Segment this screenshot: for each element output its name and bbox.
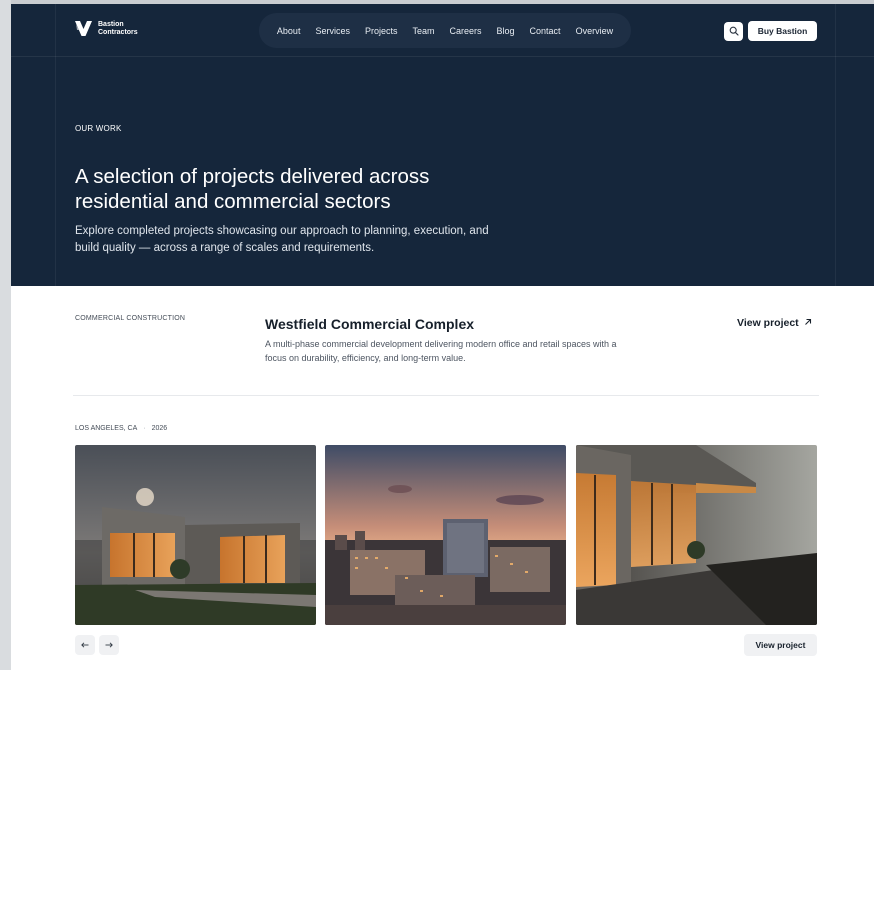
arrow-up-right-icon xyxy=(804,317,812,329)
view-project-link-label: View project xyxy=(737,317,799,329)
project-category: COMMERCIAL CONSTRUCTION xyxy=(75,315,186,322)
grid-line xyxy=(55,4,56,286)
nav-item-overview[interactable]: Overview xyxy=(568,26,621,36)
nav-item-contact[interactable]: Contact xyxy=(522,26,568,36)
meta-separator: · xyxy=(143,425,146,432)
grid-line xyxy=(835,4,836,286)
wing-logo-icon xyxy=(74,20,93,37)
header-divider xyxy=(11,56,874,57)
brand-name-line2: Contractors xyxy=(98,28,138,36)
section-divider xyxy=(73,395,819,396)
project-description: A multi-phase commercial development del… xyxy=(265,339,617,363)
nav-item-about[interactable]: About xyxy=(269,26,308,36)
main-nav: About Services Projects Team Careers Blo… xyxy=(259,13,631,48)
project-title: Westfield Commercial Complex xyxy=(265,316,475,332)
browser-viewport: Bastion Contractors About Services Proje… xyxy=(0,0,874,670)
nav-item-team[interactable]: Team xyxy=(405,26,442,36)
stone-pavilion-terrace-photo[interactable] xyxy=(576,445,817,625)
search-button[interactable] xyxy=(724,22,743,41)
brand-name-line1: Bastion xyxy=(98,20,124,28)
buy-bastion-button[interactable]: Buy Bastion xyxy=(748,21,817,41)
arrow-right-icon xyxy=(105,640,113,651)
arrow-left-icon xyxy=(81,640,89,651)
city-development-aerial-photo[interactable] xyxy=(325,445,566,625)
nav-item-services[interactable]: Services xyxy=(308,26,358,36)
window-left-edge xyxy=(0,0,11,670)
brand-logo[interactable]: Bastion Contractors xyxy=(74,20,138,37)
search-icon xyxy=(729,24,739,39)
project-year: 2026 xyxy=(151,425,168,432)
nav-item-careers[interactable]: Careers xyxy=(442,26,489,36)
page-title: A selection of projects delivered across… xyxy=(75,165,430,213)
project-meta: LOS ANGELES, CA · 2026 xyxy=(75,425,167,432)
nav-item-projects[interactable]: Projects xyxy=(357,26,405,36)
gallery-prev-button[interactable] xyxy=(75,635,95,655)
hero-eyebrow: OUR WORK xyxy=(75,124,122,133)
hero-subtitle: Explore completed projects showcasing ou… xyxy=(75,225,489,254)
hero-section: Bastion Contractors About Services Proje… xyxy=(11,4,874,286)
view-project-button[interactable]: View project xyxy=(744,634,817,656)
gallery-next-button[interactable] xyxy=(99,635,119,655)
nav-item-blog[interactable]: Blog xyxy=(489,26,522,36)
brand-name: Bastion Contractors xyxy=(98,21,138,37)
project-location: LOS ANGELES, CA xyxy=(75,425,138,432)
modern-house-dusk-photo[interactable] xyxy=(75,445,316,625)
view-project-link[interactable]: View project xyxy=(737,317,812,329)
